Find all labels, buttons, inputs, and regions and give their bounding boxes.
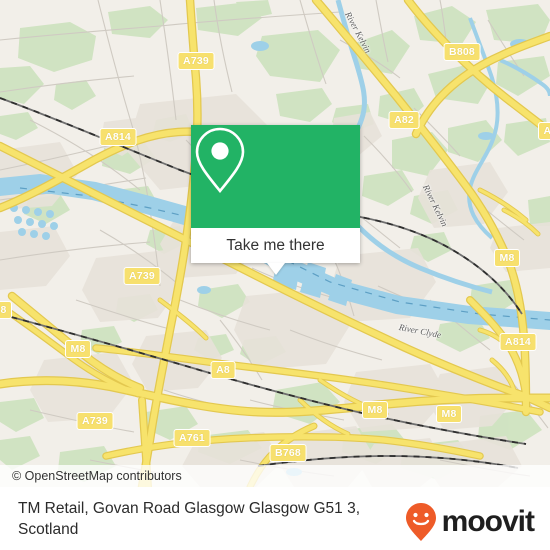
place-address-line2: Scotland <box>18 521 79 538</box>
osm-attribution-text: © OpenStreetMap contributors <box>12 469 182 483</box>
take-me-there-button[interactable]: Take me there <box>191 228 360 263</box>
road-shield: B768 <box>269 444 307 462</box>
road-shield: M8 <box>362 401 388 419</box>
location-popup[interactable]: Take me there <box>191 125 360 275</box>
moovit-pin-icon <box>405 503 436 541</box>
road-shield: M8 <box>436 405 462 423</box>
road-shield: B808 <box>443 43 481 61</box>
map-pin-icon <box>195 127 245 194</box>
place-address: TM Retail, Govan Road Glasgow Glasgow G5… <box>18 498 388 540</box>
road-shield: A739 <box>76 412 114 430</box>
road-shield: M8 <box>0 301 12 319</box>
moovit-wordmark: moovit <box>441 505 535 538</box>
road-shield: A739 <box>123 267 161 285</box>
map-attribution-bar: © OpenStreetMap contributors <box>0 465 550 487</box>
road-shield: M8 <box>494 249 520 267</box>
popup-tail <box>266 263 285 275</box>
map-canvas[interactable]: A739 A814 A82 B808 A8 A739 M8 M8 A8 A739… <box>0 0 550 487</box>
place-address-line1: TM Retail, Govan Road Glasgow Glasgow G5… <box>18 500 361 517</box>
road-shield: A814 <box>99 128 137 146</box>
footer-bar: TM Retail, Govan Road Glasgow Glasgow G5… <box>0 487 550 550</box>
popup-image-panel <box>191 125 360 228</box>
moovit-logo: moovit <box>404 502 535 542</box>
road-shield: A8 <box>538 122 550 140</box>
road-shield: M8 <box>65 340 91 358</box>
road-shield: A739 <box>177 52 215 70</box>
road-shield: A814 <box>499 333 537 351</box>
take-me-there-label: Take me there <box>226 236 325 254</box>
map-screenshot: A739 A814 A82 B808 A8 A739 M8 M8 A8 A739… <box>0 0 550 550</box>
road-shield: A82 <box>388 111 420 129</box>
road-shield: A761 <box>173 429 211 447</box>
road-shield: A8 <box>210 361 236 379</box>
